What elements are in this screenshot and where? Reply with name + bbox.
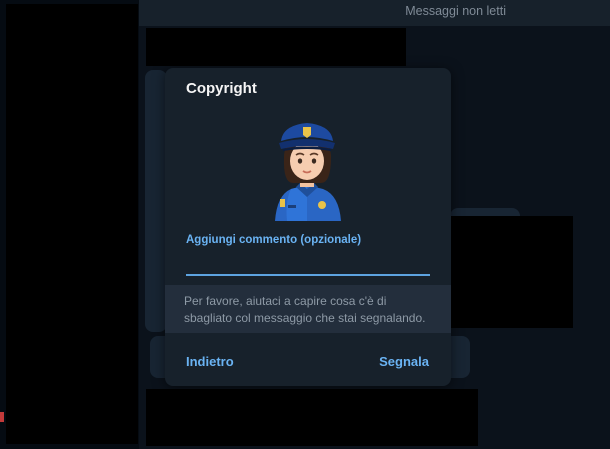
message-bubble: [145, 70, 167, 332]
redacted-chat-list: [6, 4, 138, 444]
back-button[interactable]: Indietro: [186, 354, 234, 369]
chat-header: Messaggi non letti: [139, 0, 610, 26]
police-officer-woman-icon: [275, 123, 341, 221]
dialog-title: Copyright: [186, 80, 257, 97]
hint-text: Per favore, aiutaci a capire cosa c'è di…: [184, 294, 426, 325]
telegram-app: Messaggi non letti Copyright Aggiungi co…: [0, 0, 610, 449]
comment-input[interactable]: [186, 252, 430, 276]
redacted-message: [451, 216, 573, 328]
redacted-message: [146, 28, 406, 66]
report-dialog: Copyright Aggiungi commento (opzionale) …: [165, 68, 451, 386]
redacted-message: [146, 389, 478, 446]
unread-messages-label: Messaggi non letti: [405, 4, 506, 18]
report-button[interactable]: Segnala: [379, 354, 429, 369]
unread-indicator: [0, 412, 4, 422]
hint-box: Per favore, aiutaci a capire cosa c'è di…: [165, 285, 451, 333]
comment-field-label: Aggiungi commento (opzionale): [186, 234, 362, 246]
chat-list-sidebar: [0, 0, 139, 449]
